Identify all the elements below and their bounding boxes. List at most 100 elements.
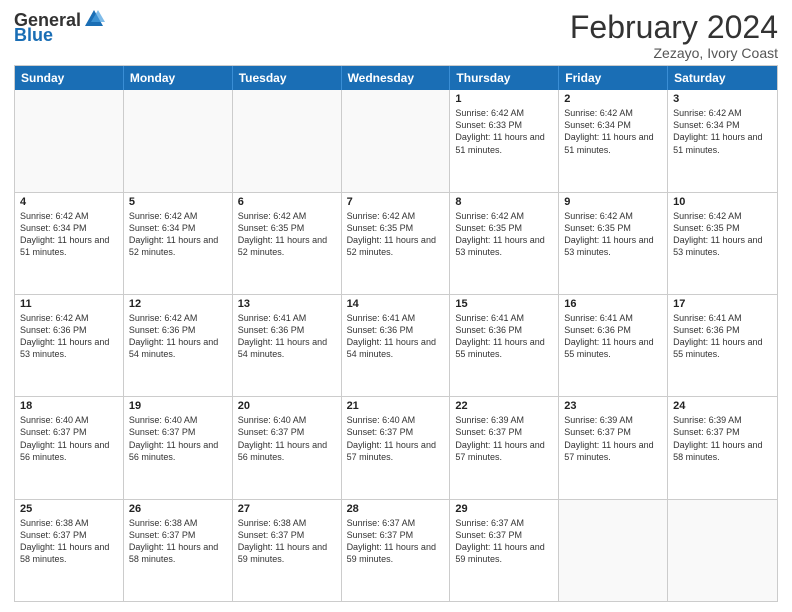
- cell-info: Sunrise: 6:42 AM Sunset: 6:34 PM Dayligh…: [129, 210, 227, 259]
- header-day-saturday: Saturday: [668, 66, 777, 90]
- calendar: SundayMondayTuesdayWednesdayThursdayFrid…: [14, 65, 778, 602]
- day-number: 11: [20, 298, 118, 310]
- calendar-cell: 24 Sunrise: 6:39 AM Sunset: 6:37 PM Dayli…: [668, 397, 777, 498]
- calendar-cell: 19Sunrise: 6:40 AM Sunset: 6:37 PM Dayli…: [124, 397, 233, 498]
- cell-info: Sunrise: 6:40 AM Sunset: 6:37 PM Dayligh…: [129, 414, 227, 463]
- cell-info: Sunrise: 6:39 AM Sunset: 6:37 PM Dayligh…: [564, 414, 662, 463]
- logo-icon: [83, 8, 105, 30]
- calendar-cell: 29 Sunrise: 6:37 AM Sunset: 6:37 PM Dayli…: [450, 500, 559, 601]
- calendar-cell: 20 Sunrise: 6:40 AM Sunset: 6:37 PM Dayli…: [233, 397, 342, 498]
- calendar-cell: 5 Sunrise: 6:42 AM Sunset: 6:34 PM Daylig…: [124, 193, 233, 294]
- calendar-cell: 11 Sunrise: 6:42 AM Sunset: 6:36 PM Dayli…: [15, 295, 124, 396]
- calendar-cell: 25 Sunrise: 6:38 AM Sunset: 6:37 PM Dayli…: [15, 500, 124, 601]
- month-title: February 2024: [570, 10, 778, 45]
- calendar-cell: 22Sunrise: 6:39 AM Sunset: 6:37 PM Dayli…: [450, 397, 559, 498]
- cell-info: Sunrise: 6:42 AM Sunset: 6:33 PM Dayligh…: [455, 107, 553, 156]
- calendar-cell: [668, 500, 777, 601]
- day-number: 24: [673, 400, 772, 412]
- day-number: 20: [238, 400, 336, 412]
- cell-info: Sunrise: 6:42 AM Sunset: 6:35 PM Dayligh…: [347, 210, 445, 259]
- cell-info: Sunrise: 6:42 AM Sunset: 6:35 PM Dayligh…: [673, 210, 772, 259]
- cell-info: Sunrise: 6:38 AM Sunset: 6:37 PM Dayligh…: [129, 517, 227, 566]
- cell-info: Sunrise: 6:42 AM Sunset: 6:35 PM Dayligh…: [455, 210, 553, 259]
- day-number: 3: [673, 93, 772, 105]
- calendar-cell: 17 Sunrise: 6:41 AM Sunset: 6:36 PM Dayli…: [668, 295, 777, 396]
- calendar-cell: 18Sunrise: 6:40 AM Sunset: 6:37 PM Dayli…: [15, 397, 124, 498]
- calendar-cell: 27 Sunrise: 6:38 AM Sunset: 6:37 PM Dayli…: [233, 500, 342, 601]
- calendar-week-2: 4 Sunrise: 6:42 AM Sunset: 6:34 PM Daylig…: [15, 192, 777, 294]
- cell-info: Sunrise: 6:42 AM Sunset: 6:35 PM Dayligh…: [564, 210, 662, 259]
- header-day-thursday: Thursday: [450, 66, 559, 90]
- day-number: 6: [238, 196, 336, 208]
- calendar-cell: [124, 90, 233, 191]
- calendar-cell: 8 Sunrise: 6:42 AM Sunset: 6:35 PM Daylig…: [450, 193, 559, 294]
- day-number: 10: [673, 196, 772, 208]
- cell-info: Sunrise: 6:42 AM Sunset: 6:34 PM Dayligh…: [564, 107, 662, 156]
- header-day-wednesday: Wednesday: [342, 66, 451, 90]
- calendar-body: 1 Sunrise: 6:42 AM Sunset: 6:33 PM Daylig…: [15, 90, 777, 601]
- calendar-week-1: 1 Sunrise: 6:42 AM Sunset: 6:33 PM Daylig…: [15, 90, 777, 191]
- calendar-cell: 26 Sunrise: 6:38 AM Sunset: 6:37 PM Dayli…: [124, 500, 233, 601]
- cell-info: Sunrise: 6:41 AM Sunset: 6:36 PM Dayligh…: [673, 312, 772, 361]
- day-number: 17: [673, 298, 772, 310]
- day-number: 28: [347, 503, 445, 515]
- cell-info: Sunrise: 6:42 AM Sunset: 6:36 PM Dayligh…: [20, 312, 118, 361]
- day-number: 21: [347, 400, 445, 412]
- cell-info: Sunrise: 6:40 AM Sunset: 6:37 PM Dayligh…: [238, 414, 336, 463]
- day-number: 23: [564, 400, 662, 412]
- day-number: 27: [238, 503, 336, 515]
- cell-info: Sunrise: 6:38 AM Sunset: 6:37 PM Dayligh…: [20, 517, 118, 566]
- day-number: 29: [455, 503, 553, 515]
- cell-info: Sunrise: 6:42 AM Sunset: 6:34 PM Dayligh…: [673, 107, 772, 156]
- day-number: 1: [455, 93, 553, 105]
- calendar-cell: [559, 500, 668, 601]
- cell-info: Sunrise: 6:39 AM Sunset: 6:37 PM Dayligh…: [673, 414, 772, 463]
- day-number: 22: [455, 400, 553, 412]
- calendar-cell: [233, 90, 342, 191]
- calendar-cell: 13 Sunrise: 6:41 AM Sunset: 6:36 PM Dayli…: [233, 295, 342, 396]
- day-number: 25: [20, 503, 118, 515]
- day-number: 16: [564, 298, 662, 310]
- day-number: 8: [455, 196, 553, 208]
- calendar-week-5: 25 Sunrise: 6:38 AM Sunset: 6:37 PM Dayli…: [15, 499, 777, 601]
- calendar-header-row: SundayMondayTuesdayWednesdayThursdayFrid…: [15, 66, 777, 90]
- day-number: 15: [455, 298, 553, 310]
- day-number: 7: [347, 196, 445, 208]
- header-day-friday: Friday: [559, 66, 668, 90]
- calendar-week-3: 11 Sunrise: 6:42 AM Sunset: 6:36 PM Dayli…: [15, 294, 777, 396]
- header-day-monday: Monday: [124, 66, 233, 90]
- day-number: 4: [20, 196, 118, 208]
- calendar-cell: 10 Sunrise: 6:42 AM Sunset: 6:35 PM Dayli…: [668, 193, 777, 294]
- cell-info: Sunrise: 6:42 AM Sunset: 6:35 PM Dayligh…: [238, 210, 336, 259]
- cell-info: Sunrise: 6:41 AM Sunset: 6:36 PM Dayligh…: [564, 312, 662, 361]
- calendar-cell: [15, 90, 124, 191]
- cell-info: Sunrise: 6:42 AM Sunset: 6:36 PM Dayligh…: [129, 312, 227, 361]
- logo: General Blue: [14, 10, 105, 44]
- day-number: 12: [129, 298, 227, 310]
- day-number: 5: [129, 196, 227, 208]
- calendar-cell: 23 Sunrise: 6:39 AM Sunset: 6:37 PM Dayli…: [559, 397, 668, 498]
- day-number: 9: [564, 196, 662, 208]
- page: General Blue February 2024 Zezayo, Ivory…: [0, 0, 792, 612]
- cell-info: Sunrise: 6:42 AM Sunset: 6:34 PM Dayligh…: [20, 210, 118, 259]
- cell-info: Sunrise: 6:41 AM Sunset: 6:36 PM Dayligh…: [347, 312, 445, 361]
- day-number: 13: [238, 298, 336, 310]
- calendar-cell: 7 Sunrise: 6:42 AM Sunset: 6:35 PM Daylig…: [342, 193, 451, 294]
- day-number: 26: [129, 503, 227, 515]
- calendar-cell: 12 Sunrise: 6:42 AM Sunset: 6:36 PM Dayli…: [124, 295, 233, 396]
- cell-info: Sunrise: 6:40 AM Sunset: 6:37 PM Dayligh…: [347, 414, 445, 463]
- cell-info: Sunrise: 6:41 AM Sunset: 6:36 PM Dayligh…: [238, 312, 336, 361]
- calendar-cell: 3 Sunrise: 6:42 AM Sunset: 6:34 PM Daylig…: [668, 90, 777, 191]
- cell-info: Sunrise: 6:40 AM Sunset: 6:37 PM Dayligh…: [20, 414, 118, 463]
- cell-info: Sunrise: 6:37 AM Sunset: 6:37 PM Dayligh…: [455, 517, 553, 566]
- cell-info: Sunrise: 6:37 AM Sunset: 6:37 PM Dayligh…: [347, 517, 445, 566]
- calendar-cell: 15 Sunrise: 6:41 AM Sunset: 6:36 PM Dayli…: [450, 295, 559, 396]
- calendar-cell: 4 Sunrise: 6:42 AM Sunset: 6:34 PM Daylig…: [15, 193, 124, 294]
- cell-info: Sunrise: 6:38 AM Sunset: 6:37 PM Dayligh…: [238, 517, 336, 566]
- calendar-cell: 28 Sunrise: 6:37 AM Sunset: 6:37 PM Dayli…: [342, 500, 451, 601]
- logo-blue: Blue: [14, 26, 53, 44]
- header-day-tuesday: Tuesday: [233, 66, 342, 90]
- calendar-cell: 6 Sunrise: 6:42 AM Sunset: 6:35 PM Daylig…: [233, 193, 342, 294]
- cell-info: Sunrise: 6:41 AM Sunset: 6:36 PM Dayligh…: [455, 312, 553, 361]
- calendar-cell: 2Sunrise: 6:42 AM Sunset: 6:34 PM Daylig…: [559, 90, 668, 191]
